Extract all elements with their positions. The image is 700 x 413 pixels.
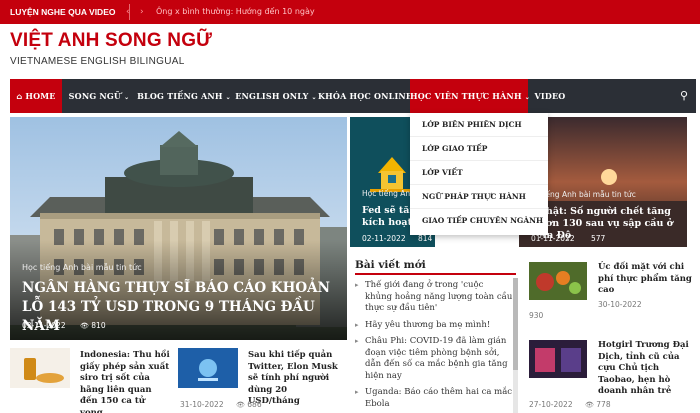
nav-item-song-ngu[interactable]: SONG NGỮ ⌄ [67, 79, 131, 113]
twitter-image [178, 348, 238, 388]
ticker-next-icon[interactable]: › [140, 0, 144, 24]
post-date: 27-10-2022 [529, 400, 573, 409]
post-views: 👁 686 [236, 400, 262, 409]
nav-item-home[interactable]: ⌂ HOME [10, 79, 62, 113]
post-thumbnail-food[interactable] [529, 262, 587, 300]
eye-icon: 👁 [236, 401, 245, 409]
post-title-twitter[interactable]: Sau khi tiếp quản Twitter, Elon Musk sẽ … [248, 350, 340, 408]
ticker-label[interactable]: LUYỆN NGHE QUA VIDEO [0, 0, 131, 24]
post-date: 30-10-2022 [598, 300, 642, 309]
nav-item-label: HỌC VIÊN THỰC HÀNH [410, 91, 522, 101]
dropdown-item-giao-tiep-chuyen-nganh[interactable]: GIAO TIẾP CHUYÊN NGÀNH [410, 209, 548, 233]
chevron-down-icon: ⌄ [124, 94, 130, 101]
ticker-prev-icon[interactable]: ‹ [126, 0, 130, 24]
home-icon: ⌂ [16, 92, 23, 101]
post-views-count: 778 [596, 400, 611, 409]
site-subtitle: VIETNAMESE ENGLISH BILINGUAL [10, 56, 185, 67]
dropdown-item-lop-viet[interactable]: LỚP VIẾT [410, 161, 548, 185]
nav-item-blog-tieng-anh[interactable]: BLOG TIẾNG ANH ⌄ [135, 79, 233, 113]
nav-item-label: ENGLISH ONLY [235, 91, 309, 101]
post-views-count: 930 [529, 311, 544, 320]
nav-item-video[interactable]: VIDEO [530, 79, 570, 113]
post-date: 31-10-2022 [180, 400, 224, 409]
nav-item-label: VIDEO [534, 91, 566, 101]
eye-icon: 👁 [80, 322, 89, 330]
recent-post-item[interactable]: Châu Phi: COVID-19 đã làm gián đoạn việc… [355, 336, 513, 382]
nav-item-home-label: HOME [25, 91, 56, 101]
main-nav: ⌂ HOME SONG NGỮ ⌄ BLOG TIẾNG ANH ⌄ ENGLISH… [10, 79, 696, 113]
post-card-views: 577 [591, 234, 606, 243]
scrollbar-thumb[interactable] [513, 278, 518, 370]
recent-post-item[interactable]: Uganda: Báo cáo thêm hai ca mắc Ebola [355, 387, 513, 410]
featured-post[interactable]: Học tiếng Anh bài mẫu tin tức NGÂN HÀNG … [10, 117, 347, 340]
chevron-down-icon: ⌄ [311, 94, 317, 101]
featured-views-count: 810 [91, 321, 106, 330]
featured-views: 👁 810 [80, 321, 106, 330]
post-card-category[interactable]: Học tiếng Anh [362, 189, 415, 198]
dropdown-item-lop-giao-tiep[interactable]: LỚP GIAO TIẾP [410, 137, 548, 161]
recent-post-item[interactable]: Thế giới đang ở trong 'cuộc khủng hoảng … [355, 280, 513, 315]
recent-post-item[interactable]: Hãy yêu thương ba mẹ mình! [355, 320, 513, 332]
post-thumbnail-twitter[interactable] [178, 348, 238, 388]
post-title-syrup[interactable]: Indonesia: Thu hồi giấy phép sản xuất si… [80, 350, 170, 413]
nav-item-label: SONG NGỮ [68, 91, 122, 101]
nav-item-label: BLOG TIẾNG ANH [137, 91, 223, 101]
search-icon[interactable]: ⚲ [680, 79, 688, 113]
dropdown-hoc-vien-thuc-hanh: LỚP BIÊN PHIÊN DỊCH LỚP GIAO TIẾP LỚP VI… [410, 113, 548, 235]
recent-posts-heading: Bài viết mới [355, 259, 426, 271]
featured-category[interactable]: Học tiếng Anh bài mẫu tin tức [22, 263, 142, 272]
post-card-date: 01-11-2022 [531, 234, 575, 243]
post-thumbnail-taobao[interactable] [529, 340, 587, 378]
featured-title[interactable]: NGÂN HÀNG THỤY SĨ BÁO CÁO KHOẢN LỖ 143 T… [22, 279, 342, 336]
post-card-category[interactable]: Tiếng Anh bài mẫu tin tức [539, 190, 636, 199]
post-card-views: 814 [418, 234, 433, 243]
recent-posts-list: Thế giới đang ở trong 'cuộc khủng hoảng … [355, 280, 513, 413]
nav-item-label: KHÓA HỌC ONLINE [318, 91, 413, 101]
post-thumbnail-syrup[interactable] [10, 348, 70, 388]
featured-date: 03-11-2022 [22, 321, 66, 330]
recent-posts-underline [355, 273, 516, 275]
post-views: 👁 778 [585, 400, 611, 409]
post-title-taobao[interactable]: Hotgirl Trương Đại Dịch, tỉnh cũ của cựu… [598, 340, 693, 398]
eye-icon: 👁 [585, 401, 594, 409]
nav-item-hoc-vien-thuc-hanh[interactable]: HỌC VIÊN THỰC HÀNH ⌄ [410, 79, 530, 113]
dropdown-item-lop-bien-phien-dich[interactable]: LỚP BIÊN PHIÊN DỊCH [410, 113, 548, 137]
top-ticker-bar: LUYỆN NGHE QUA VIDEO ‹ › Ông x bình thườ… [0, 0, 700, 24]
taobao-image [529, 340, 587, 378]
recent-posts-scrollbar[interactable] [513, 278, 518, 413]
dropdown-item-ngu-phap-thuc-hanh[interactable]: NGỮ PHÁP THỰC HÀNH [410, 185, 548, 209]
food-image [529, 262, 587, 300]
post-views-count: 686 [247, 400, 262, 409]
nav-item-khoa-hoc-online[interactable]: KHÓA HỌC ONLINE [318, 79, 413, 113]
syrup-image [10, 348, 70, 388]
post-title-food[interactable]: Úc đối mặt với chi phí thực phẩm tăng ca… [598, 262, 693, 297]
nav-item-english-only[interactable]: ENGLISH ONLY ⌄ [234, 79, 318, 113]
chevron-down-icon: ⌄ [225, 94, 231, 101]
site-title[interactable]: VIỆT ANH SONG NGỮ [10, 30, 212, 52]
post-card-date: 02-11-2022 [362, 234, 406, 243]
ticker-headline[interactable]: Ông x bình thường: Hướng đến 10 ngày [156, 0, 315, 24]
